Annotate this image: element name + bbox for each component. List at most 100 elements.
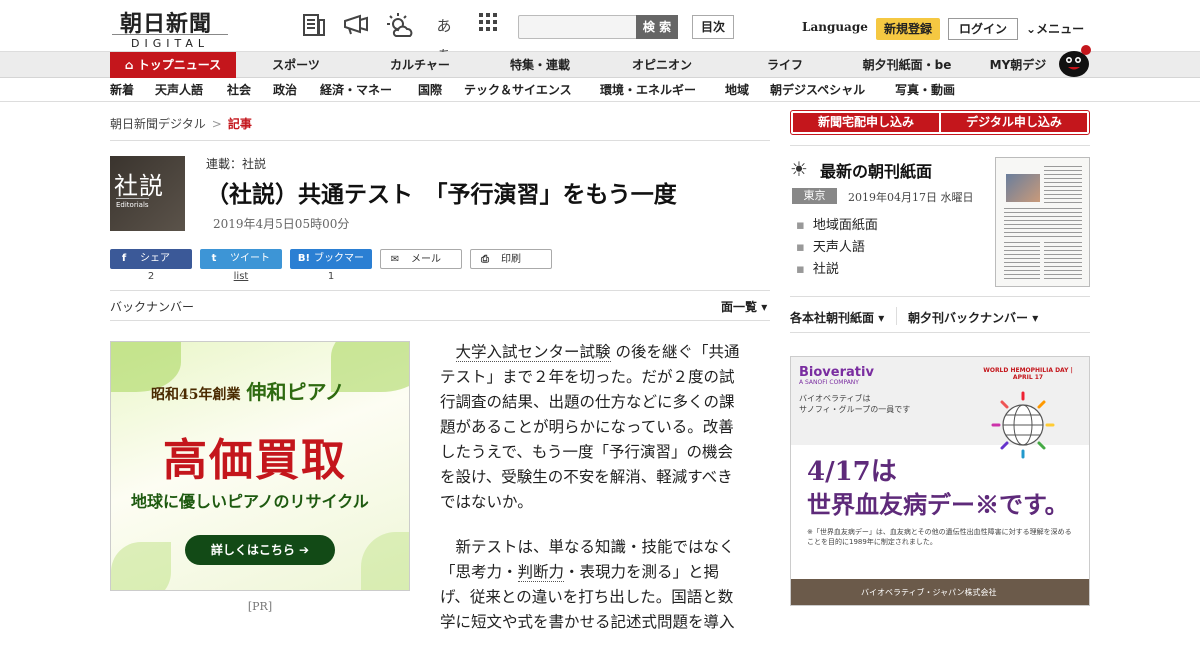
editorial-badge-kanji: 社説 [114,172,164,200]
mail-button[interactable]: ✉ メール [380,249,462,269]
site-logo[interactable]: 朝日新聞 DIGITAL [112,6,232,50]
apps-grid-icon[interactable] [474,12,502,40]
nav-latest[interactable]: 新着 [110,78,134,102]
nav-sports[interactable]: スポーツ [246,52,346,78]
breadcrumb-home[interactable]: 朝日新聞デジタル [110,117,206,131]
tweet-count-link[interactable]: list [200,271,282,282]
article-date: 2019年4月5日05時00分 [213,217,350,231]
hatena-bookmark-button[interactable]: B! ブックマーク [290,249,372,284]
back-number-label: バックナンバー [110,300,195,314]
sidebar-link-editorial[interactable]: ▪ 社説 [796,258,839,277]
home-icon: ⌂ [124,58,138,72]
nav-tensei-jingo[interactable]: 天声人語 [155,78,203,102]
subscribe-box: 新聞宅配申し込み デジタル申し込み [790,110,1090,135]
subscribe-digital-button[interactable]: デジタル申し込み [941,113,1087,132]
search-input[interactable] [518,15,638,39]
page-list-label: 面一覧 [721,300,758,314]
bullet-icon: ▪ [796,218,805,233]
logo-sub-text: DIGITAL [112,34,228,50]
nav-politics[interactable]: 政治 [273,78,297,102]
ad-left-founded: 昭和45年創業 伸和ピアノ [151,376,345,405]
editorial-badge-en: Editorials [116,198,149,209]
ad-left-brand: 伸和ピアノ [246,380,345,404]
keyword-link[interactable]: 判断力 [517,563,565,582]
print-label: 印刷 [501,254,521,265]
ad-left-headline: 高価買取 [163,435,347,486]
print-icon: ⎙ [481,254,489,265]
ad-left-details-button[interactable]: 詳しくはこちら ➔ [185,535,335,565]
sidebar-link-tensei-label: 天声人語 [812,240,865,255]
article-body: 大学入試センター試験 の後を継ぐ「共通テスト」まで２年を切った。だが２度の試行調… [440,340,746,655]
ad-right-brand-jp: バイオベラティブは サノフィ・グループの一員です [799,394,911,414]
ad-right-brand: Bioverativ [799,365,874,380]
newspaper-icon[interactable] [300,12,328,40]
nav-international[interactable]: 国際 [418,78,442,102]
mascot-icon[interactable] [1056,42,1092,78]
newspaper-thumbnail[interactable] [995,157,1090,287]
nav-newspaper[interactable]: 朝夕刊紙面・be [850,52,964,78]
article-paragraph: 新テストは、単なる知識・技能ではなく「思考力・判断力・表現力を測る」と掲げ、従来… [440,535,746,635]
nav-economy[interactable]: 経済・マネー [320,78,392,102]
divider [790,332,1090,333]
paper-backnumber-dropdown[interactable]: 朝夕刊バックナンバー ▾ [908,309,1038,326]
hemophilia-globe-icon [991,391,1055,459]
login-button[interactable]: ログイン [948,18,1018,40]
pr-label: [PR] [247,600,273,613]
sidebar-link-editorial-label: 社説 [812,262,839,277]
breadcrumb: 朝日新聞デジタル > 記事 [110,115,252,132]
ad-right-brand-sub: A SANOFI COMPANY [799,379,859,386]
nav-top-news[interactable]: ⌂ トップニュース [110,52,236,78]
language-link[interactable]: Language [802,20,868,34]
hemophilia-ad[interactable]: Bioverativ A SANOFI COMPANY バイオベラティブは サノ… [790,356,1090,606]
sidebar-link-regional-label: 地域面紙面 [812,218,878,233]
nav-culture[interactable]: カルチャー [370,52,470,78]
region-badge[interactable]: 東京 [792,188,837,204]
keyword-link[interactable]: 大学入試センター試験 [455,343,611,362]
caret-down-icon: ▾ [761,300,768,314]
front-page-photo [1006,174,1040,202]
menu-button[interactable]: ⌄メニュー [1026,20,1084,37]
search-button[interactable]: 検 索 [636,15,678,39]
sidebar-link-regional[interactable]: ▪ 地域面紙面 [796,214,878,233]
megaphone-icon[interactable] [342,12,370,40]
series-label[interactable]: 連載：社説 [206,155,266,172]
nav-opinion[interactable]: オピニオン [612,52,712,78]
article-title: （社説）共通テスト 「予行演習」をもう一度 [206,181,677,208]
page-list-dropdown[interactable]: 面一覧 ▾ [721,298,767,315]
breadcrumb-separator: > [211,117,222,131]
article-paragraph: 大学入試センター試験 の後を継ぐ「共通テスト」まで２年を切った。だが２度の試行調… [440,340,746,515]
nav-environment[interactable]: 環境・エネルギー [600,78,696,102]
ad-right-footer[interactable]: バイオベラティブ・ジャパン株式会社 https://www.bioverativ… [791,579,1089,605]
twitter-icon: t [211,253,217,264]
divider [110,290,770,291]
nav-features[interactable]: 特集・連載 [490,52,590,78]
weather-icon[interactable] [386,12,414,40]
sidebar-link-tensei[interactable]: ▪ 天声人語 [796,236,865,255]
divider [110,320,770,321]
divider [896,307,897,325]
mail-icon: ✉ [390,254,400,265]
ad-right-headline: 世界血友病デー※です。 [807,490,1069,519]
caret-down-icon: ▾ [1032,311,1039,325]
editorial-badge[interactable]: 社説 Editorials [110,156,185,231]
paper-backnumber-label: 朝夕刊バックナンバー [908,311,1029,325]
nav-special[interactable]: 朝デジスペシャル [770,78,865,102]
nav-photo-video[interactable]: 写真・動画 [895,78,955,102]
nav-life[interactable]: ライフ [735,52,835,78]
nav-region[interactable]: 地域 [725,78,749,102]
tweet-button[interactable]: t ツイート [200,249,282,269]
facebook-share-button[interactable]: f シェア [110,249,192,269]
contents-button[interactable]: 目次 [692,15,734,39]
latest-paper-title[interactable]: 最新の朝刊紙面 [820,158,932,182]
font-size-icon[interactable]: あぁ [430,12,458,63]
paper-date: 2019年04月17日 水曜日 [848,191,974,204]
print-button[interactable]: ⎙ 印刷 [470,249,552,269]
nav-tech-science[interactable]: テック＆サイエンス [464,78,572,102]
regional-papers-dropdown[interactable]: 各本社朝刊紙面 ▾ [790,309,884,326]
nav-society[interactable]: 社会 [227,78,251,102]
subscribe-home-button[interactable]: 新聞宅配申し込み [793,113,939,132]
secondary-nav: 新着 天声人語 社会 政治 経済・マネー 国際 テック＆サイエンス 環境・エネル… [0,78,1200,102]
register-button[interactable]: 新規登録 [876,18,940,40]
nav-my-asadigi[interactable]: MY朝デジ [978,52,1058,78]
piano-ad[interactable]: 昭和45年創業 伸和ピアノ 高価買取 地球に優しいピアノのリサイクル 詳しくはこち… [110,341,410,591]
